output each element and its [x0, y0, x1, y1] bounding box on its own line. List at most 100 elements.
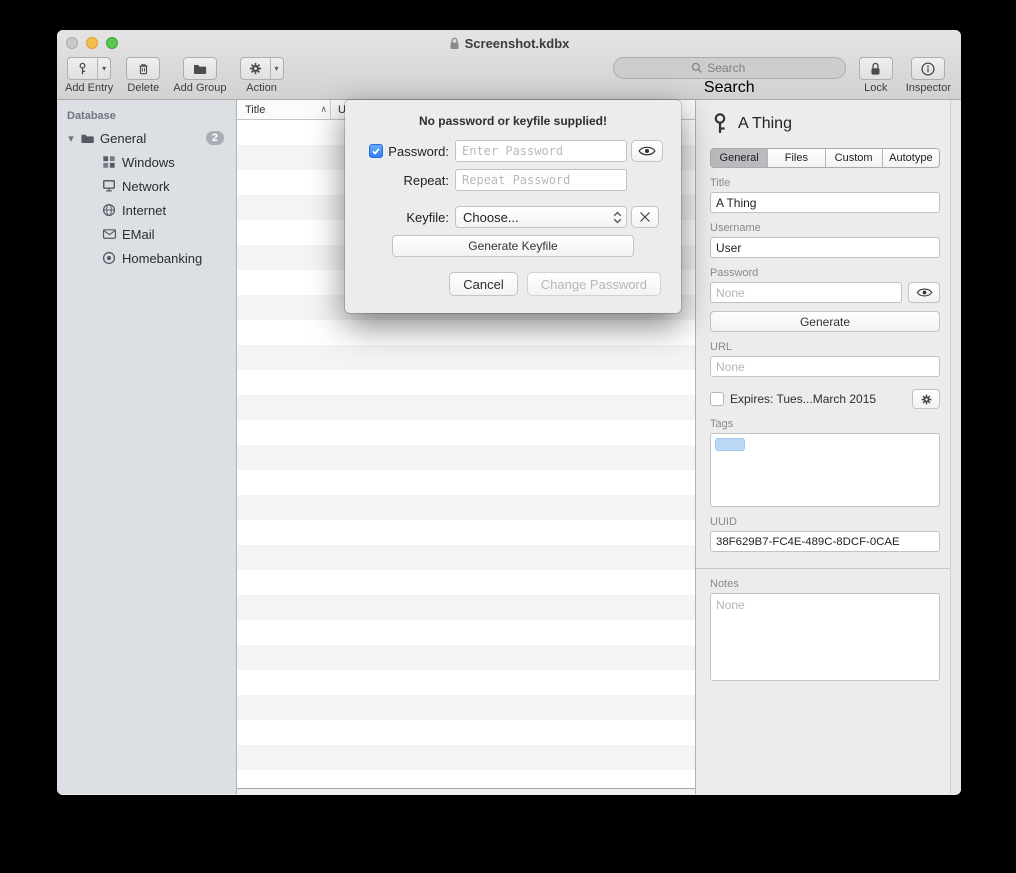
toolbar-item-lock: Lock — [859, 57, 893, 94]
zoom-button[interactable] — [106, 37, 118, 49]
entry-title: A Thing — [738, 115, 792, 133]
change-password-dialog: No password or keyfile supplied! Passwor… — [345, 100, 681, 313]
toolbar-item-inspector: Inspector — [906, 57, 951, 94]
tag-token[interactable] — [715, 438, 745, 451]
sidebar-item-windows[interactable]: Windows — [57, 150, 236, 174]
eye-icon — [916, 287, 933, 298]
url-field[interactable] — [710, 356, 940, 377]
tab-files[interactable]: Files — [768, 149, 825, 167]
sidebar-item-homebanking[interactable]: Homebanking — [57, 246, 236, 270]
column-header-username[interactable]: U — [331, 104, 346, 116]
keyfile-clear-button[interactable] — [631, 206, 659, 228]
tab-general[interactable]: General — [711, 149, 768, 167]
keyfile-select[interactable]: Choose... — [455, 206, 627, 228]
inspector-button[interactable] — [911, 57, 945, 80]
inspector-panel: A Thing General Files Custom Autotype Ti… — [695, 100, 961, 794]
trash-icon — [136, 61, 151, 77]
lock-button[interactable] — [859, 57, 893, 80]
action-button[interactable]: ▾ — [240, 57, 284, 80]
username-field[interactable] — [710, 237, 940, 258]
search-input[interactable] — [707, 61, 767, 75]
add-group-button[interactable] — [183, 57, 217, 80]
expires-checkbox[interactable] — [710, 392, 724, 406]
add-group-label: Add Group — [173, 82, 226, 94]
folder-plus-icon — [192, 61, 208, 77]
title-field[interactable] — [710, 192, 940, 213]
globe-icon — [101, 202, 117, 218]
close-button[interactable] — [66, 37, 78, 49]
dialog-repeat-input[interactable] — [455, 169, 627, 191]
column-header-title[interactable]: Title ∧ — [237, 104, 330, 116]
notes-field[interactable] — [710, 593, 940, 681]
add-entry-label: Add Entry — [65, 82, 113, 94]
generate-keyfile-button[interactable]: Generate Keyfile — [392, 235, 634, 257]
sidebar-item-label: Network — [122, 179, 170, 194]
dialog-buttons: Cancel Change Password — [345, 272, 681, 296]
chevron-down-icon[interactable]: ▾ — [97, 58, 110, 79]
password-checkbox[interactable] — [369, 144, 383, 158]
uuid-field[interactable] — [710, 531, 940, 552]
password-row-label: Password: — [359, 144, 455, 159]
titlebar[interactable]: Screenshot.kdbx — [57, 30, 961, 56]
expires-label: Expires: Tues...March 2015 — [730, 392, 876, 406]
sidebar-header: Database — [57, 108, 236, 126]
dialog-password-input[interactable] — [455, 140, 627, 162]
sidebar-item-internet[interactable]: Internet — [57, 198, 236, 222]
tab-custom[interactable]: Custom — [826, 149, 883, 167]
inspector-label: Inspector — [906, 82, 951, 94]
url-field-label: URL — [710, 341, 940, 353]
disclosure-triangle-icon[interactable]: ▾ — [63, 132, 79, 145]
keyfile-label: Keyfile: — [406, 210, 449, 225]
tab-autotype[interactable]: Autotype — [883, 149, 939, 167]
envelope-icon — [101, 226, 117, 242]
toolbar-item-add-group: Add Group — [173, 57, 226, 94]
sidebar-item-general[interactable]: ▾ General 2 — [57, 126, 236, 150]
sidebar-item-email[interactable]: EMail — [57, 222, 236, 246]
search-field[interactable] — [613, 57, 846, 79]
sidebar: Database ▾ General 2 Windows — [57, 100, 237, 794]
list-footer — [237, 789, 695, 794]
toolbar-item-action: ▾ Action — [240, 57, 284, 94]
search-icon — [691, 62, 703, 74]
sort-ascending-icon: ∧ — [320, 104, 327, 115]
repeat-row-label: Repeat: — [359, 173, 455, 188]
repeat-label: Repeat: — [403, 173, 449, 188]
toolbar: ▾ Add Entry Delete — [57, 56, 961, 100]
windows-icon — [101, 154, 117, 170]
gear-icon — [241, 58, 270, 79]
window-title-group: Screenshot.kdbx — [449, 36, 570, 51]
dialog-message: No password or keyfile supplied! — [345, 114, 681, 128]
minimize-button[interactable] — [86, 37, 98, 49]
dialog-form: Password: Repeat: Keyfile: — [345, 140, 681, 257]
sidebar-item-label: Windows — [122, 155, 175, 170]
toolbar-item-delete: Delete — [126, 57, 160, 94]
change-password-button[interactable]: Change Password — [527, 272, 661, 296]
column-title-label: Title — [245, 104, 265, 116]
info-icon — [920, 61, 936, 77]
network-icon — [101, 178, 117, 194]
sidebar-item-label: Internet — [122, 203, 166, 218]
notes-label: Notes — [710, 578, 940, 590]
add-entry-button[interactable]: ▾ — [67, 57, 111, 80]
document-icon — [449, 37, 460, 50]
show-password-button[interactable] — [908, 282, 940, 303]
inspector-scrollbar[interactable] — [950, 100, 961, 794]
sidebar-item-network[interactable]: Network — [57, 174, 236, 198]
traffic-lights — [66, 37, 118, 49]
key-plus-icon — [68, 58, 97, 79]
sidebar-item-label: EMail — [122, 227, 155, 242]
chevron-down-icon[interactable]: ▾ — [270, 58, 283, 79]
lock-icon — [869, 61, 882, 77]
action-label: Action — [246, 82, 277, 94]
cancel-button[interactable]: Cancel — [449, 272, 517, 296]
stepper-icon — [609, 211, 626, 224]
tags-field[interactable] — [710, 433, 940, 507]
inspector-content: A Thing General Files Custom Autotype Ti… — [696, 100, 950, 794]
app-window: Screenshot.kdbx ▾ Add Entry — [57, 30, 961, 795]
password-field[interactable] — [710, 282, 902, 303]
delete-button[interactable] — [126, 57, 160, 80]
expires-settings-button[interactable] — [912, 389, 940, 409]
generate-password-button[interactable]: Generate — [710, 311, 940, 332]
dialog-show-password-button[interactable] — [631, 140, 663, 162]
count-badge: 2 — [206, 131, 224, 145]
